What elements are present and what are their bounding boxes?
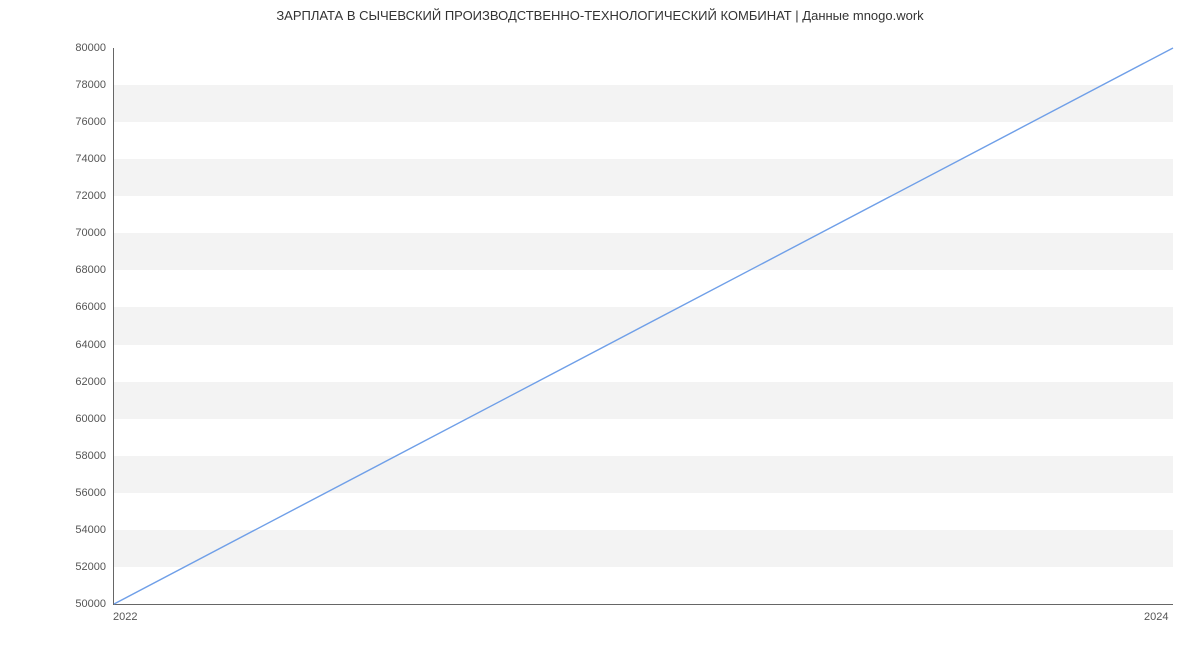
y-tick-label: 80000: [46, 42, 106, 54]
y-tick-label: 76000: [46, 116, 106, 128]
y-tick-label: 56000: [46, 487, 106, 499]
y-tick-label: 70000: [46, 227, 106, 239]
y-tick-label: 66000: [46, 301, 106, 313]
y-tick-label: 64000: [46, 339, 106, 351]
y-tick-label: 58000: [46, 450, 106, 462]
chart-title: ЗАРПЛАТА В СЫЧЕВСКИЙ ПРОИЗВОДСТВЕННО-ТЕХ…: [0, 8, 1200, 23]
y-tick-label: 74000: [46, 153, 106, 165]
y-tick-label: 68000: [46, 264, 106, 276]
x-tick-label: 2022: [113, 611, 137, 623]
line-series: [114, 48, 1173, 604]
y-tick-label: 78000: [46, 79, 106, 91]
chart-container: ЗАРПЛАТА В СЫЧЕВСКИЙ ПРОИЗВОДСТВЕННО-ТЕХ…: [0, 0, 1200, 650]
y-tick-label: 52000: [46, 561, 106, 573]
data-line: [114, 48, 1173, 604]
y-tick-label: 60000: [46, 413, 106, 425]
y-tick-label: 50000: [46, 598, 106, 610]
y-tick-label: 62000: [46, 376, 106, 388]
y-tick-label: 54000: [46, 524, 106, 536]
x-tick-label: 2024: [1144, 611, 1168, 623]
plot-area: [113, 48, 1173, 605]
y-tick-label: 72000: [46, 190, 106, 202]
